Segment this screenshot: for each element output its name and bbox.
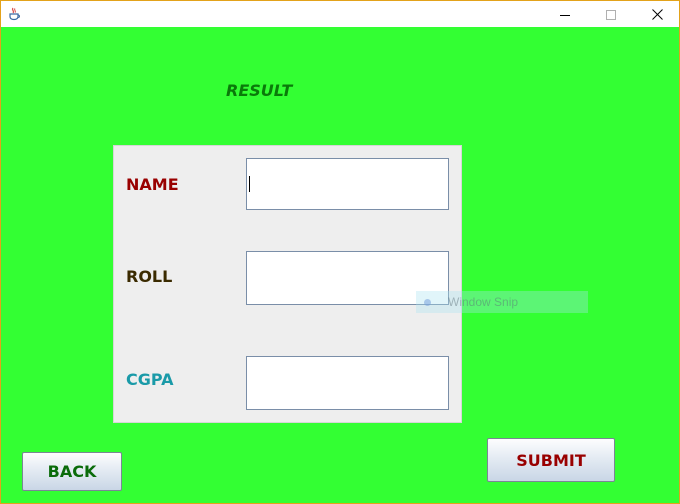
back-button[interactable]: BACK bbox=[22, 452, 122, 491]
submit-button[interactable]: SUBMIT bbox=[487, 438, 615, 482]
maximize-button[interactable] bbox=[588, 1, 634, 27]
title-bar[interactable] bbox=[1, 1, 679, 27]
form-panel: NAME ROLL CGPA bbox=[113, 145, 462, 423]
text-cursor bbox=[249, 176, 250, 192]
name-label: NAME bbox=[126, 175, 179, 194]
close-icon bbox=[651, 5, 663, 24]
snip-icon bbox=[424, 298, 431, 306]
minimize-button[interactable] bbox=[542, 1, 588, 27]
page-title: RESULT bbox=[226, 81, 293, 100]
window-snip-overlay: Window Snip bbox=[416, 291, 588, 313]
cgpa-label: CGPA bbox=[126, 370, 174, 389]
minimize-icon bbox=[560, 5, 570, 24]
app-window: RESULT NAME ROLL CGPA Window Snip BACK S… bbox=[0, 0, 680, 504]
name-field[interactable] bbox=[246, 158, 449, 210]
roll-label: ROLL bbox=[126, 267, 173, 286]
java-cup-icon bbox=[7, 6, 21, 21]
content-area: RESULT NAME ROLL CGPA Window Snip BACK S… bbox=[1, 27, 679, 503]
close-button[interactable] bbox=[634, 1, 680, 27]
maximize-icon bbox=[606, 5, 616, 24]
snip-label: Window Snip bbox=[448, 295, 519, 309]
cgpa-field[interactable] bbox=[246, 356, 449, 410]
